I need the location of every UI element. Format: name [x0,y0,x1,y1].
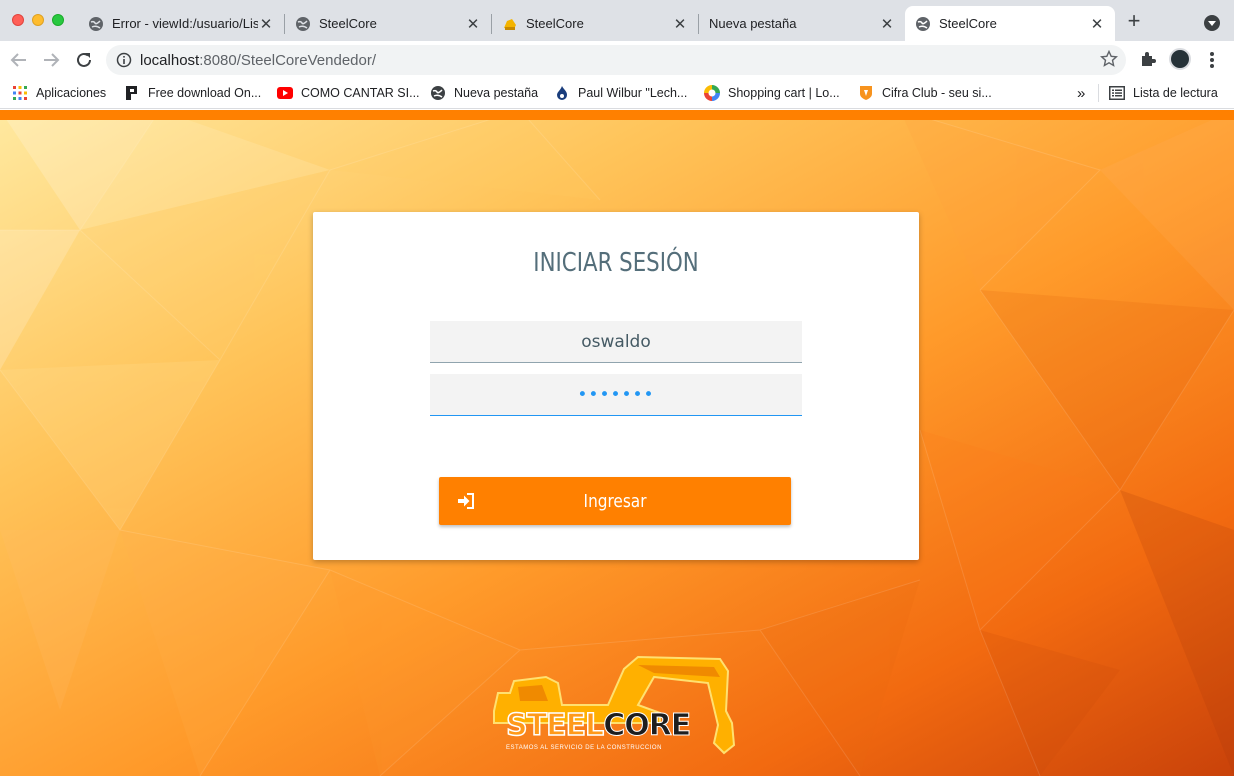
close-tab-icon[interactable]: ✕ [258,16,274,33]
close-window-button[interactable] [12,14,24,26]
bookmark-label: Shopping cart | Lo... [728,86,840,100]
reload-button[interactable] [73,49,95,71]
youtube-icon [277,85,293,101]
info-icon[interactable] [116,52,132,68]
bookmarks-overflow-button[interactable]: » [1077,84,1085,102]
logo-wordmark: STEELCORE [505,707,692,744]
login-card: INICIAR SESIÓN Ingresar [313,212,919,560]
login-page: INICIAR SESIÓN Ingresar STEELCORE ESTAMO… [0,110,1234,776]
bookmarks-bar: Aplicaciones Free download On... COMO CA… [0,78,1234,109]
more-vert-icon[interactable] [1204,50,1220,70]
reading-list-label: Lista de lectura [1133,86,1218,100]
bookmark-paul-wilbur[interactable]: Paul Wilbur "Lech... [554,84,687,102]
tab-steelcore-2[interactable]: SteelCore ✕ [492,6,698,41]
tab-title: Nueva pestaña [709,16,797,31]
logo-tagline: ESTAMOS AL SERVICIO DE LA CONSTRUCCION [506,745,662,751]
steelcore-favicon-icon [502,16,518,32]
maximize-window-button[interactable] [52,14,64,26]
back-button[interactable] [8,49,30,71]
star-icon[interactable] [1100,50,1118,68]
cifraclub-icon [858,85,874,101]
bookmark-label: Free download On... [148,86,262,100]
login-submit-button[interactable]: Ingresar [439,477,791,525]
steelcore-logo: STEELCORE ESTAMOS AL SERVICIO DE LA CONS… [488,653,744,761]
username-input[interactable] [430,321,802,363]
forward-button[interactable] [40,49,62,71]
top-accent-bar [0,110,1234,120]
download-site-icon [124,85,140,101]
login-submit-label: Ingresar [583,490,647,512]
bookmark-label: Cifra Club - seu si... [882,86,992,100]
password-input[interactable] [430,374,802,416]
bookmark-aplicaciones[interactable]: Aplicaciones [12,84,106,102]
tab-title: SteelCore [526,16,584,31]
globe-icon [88,16,104,32]
globe-icon [295,16,311,32]
bookmark-label: Paul Wilbur "Lech... [578,86,688,100]
tab-search-icon[interactable] [1204,15,1220,31]
minimize-window-button[interactable] [32,14,44,26]
tab-error[interactable]: Error - viewId:/usuario/Lis ✕ [78,6,284,41]
tab-nueva-pestana[interactable]: Nueva pestaña ✕ [699,6,905,41]
reading-list-icon [1109,85,1125,101]
bookmark-shopping-cart[interactable]: Shopping cart | Lo... [704,84,840,102]
url-host: localhost [140,52,200,69]
arrow-left-icon [10,53,26,67]
bookmark-nueva-pestana[interactable]: Nueva pestaña [430,84,538,102]
bookmark-label: COMO CANTAR SI... [301,86,420,100]
tab-steelcore-1[interactable]: SteelCore ✕ [285,6,491,41]
logo-steel: STEEL [505,707,605,744]
close-tab-icon[interactable]: ✕ [879,16,895,33]
url-text: localhost:8080/SteelCoreVendedor/ [140,52,376,69]
extensions-puzzle-icon[interactable] [1139,50,1157,68]
bookmark-como-cantar[interactable]: COMO CANTAR SI... [277,84,420,102]
sign-in-icon [458,493,474,509]
bookmark-label: Aplicaciones [36,86,107,100]
globe-icon [915,16,931,32]
bookmark-label: Nueva pestaña [454,86,539,100]
flame-icon [554,85,570,101]
tab-title: SteelCore [939,16,997,31]
globe-icon [430,85,446,101]
close-tab-icon[interactable]: ✕ [1089,16,1105,33]
profile-avatar[interactable] [1169,48,1191,70]
tab-title: Error - viewId:/usuario/Lis [112,16,258,31]
tab-steelcore-active[interactable]: SteelCore ✕ [905,6,1115,41]
address-bar[interactable]: localhost:8080/SteelCoreVendedor/ [106,45,1126,75]
colorwheel-icon [704,85,720,101]
apps-grid-icon [12,85,28,101]
bookmark-cifra-club[interactable]: Cifra Club - seu si... [858,84,992,102]
close-tab-icon[interactable]: ✕ [465,16,481,33]
login-title: INICIAR SESIÓN [533,248,699,278]
close-tab-icon[interactable]: ✕ [672,16,688,33]
tab-title: SteelCore [319,16,377,31]
reading-list-button[interactable]: Lista de lectura [1098,84,1218,102]
logo-core: CORE [603,708,692,744]
reload-icon [77,52,91,67]
url-path: :8080/SteelCoreVendedor/ [199,52,377,69]
tab-strip: Error - viewId:/usuario/Lis ✕ SteelCore … [0,0,1234,41]
new-tab-button[interactable]: + [1124,10,1144,32]
browser-toolbar: localhost:8080/SteelCoreVendedor/ [0,41,1234,78]
arrow-right-icon [44,53,60,67]
bookmark-free-download[interactable]: Free download On... [124,84,261,102]
